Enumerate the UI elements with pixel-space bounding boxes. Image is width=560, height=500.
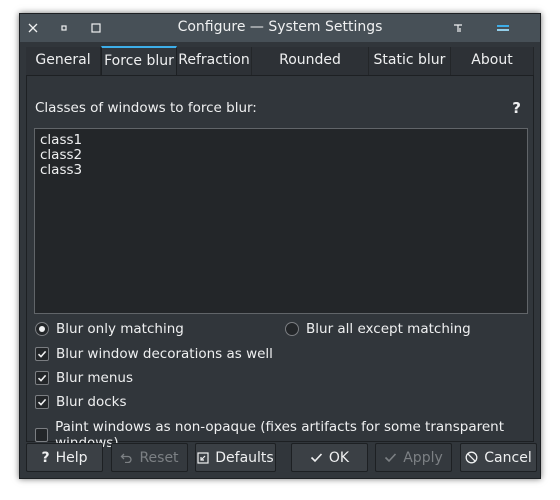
defaults-button-label: Defaults [215,449,274,466]
checkbox-checked[interactable] [35,347,49,361]
checkmark-icon [37,374,47,382]
reset-button[interactable]: Reset [111,443,188,472]
checkbox-checked[interactable] [35,395,49,409]
force-blur-panel: Classes of windows to force blur: ? clas… [26,75,534,451]
checkmark-icon [37,350,47,358]
defaults-button[interactable]: Defaults [195,443,276,472]
tab-refraction[interactable]: Refraction [177,47,252,75]
tab-rounded-corners[interactable]: Rounded corners [252,47,369,95]
checkbox-unchecked[interactable] [35,428,49,442]
blur-docks-label: Blur docks [56,394,127,410]
checkmark-icon [384,452,397,463]
undo-icon [120,452,133,463]
apply-button-label: Apply [403,449,443,466]
cancel-button-label: Cancel [484,449,532,466]
reset-button-label: Reset [139,449,179,466]
cancel-button[interactable]: Cancel [460,443,537,472]
blur-menus-label: Blur menus [56,370,134,386]
help-icon: ? [41,449,50,466]
checkbox-checked[interactable] [35,371,49,385]
titlebar: Configure — System Settings [20,14,540,42]
defaults-icon [197,451,209,464]
blur-menus-option[interactable]: Blur menus [35,370,133,386]
checkmark-icon [37,398,47,406]
help-button-label: Help [55,449,88,466]
blur-all-except-option[interactable]: Blur all except matching [285,321,471,337]
tab-static-blur[interactable]: Static blur [369,47,451,75]
button-bar: ? Help Reset Defaults OK Apply Cancel [20,442,540,480]
blur-docks-option[interactable]: Blur docks [35,394,127,410]
ok-button[interactable]: OK [291,443,368,472]
help-button[interactable]: ? Help [26,443,103,472]
blur-all-except-label: Blur all except matching [306,321,471,337]
blur-only-matching-option[interactable]: Blur only matching [35,321,184,337]
radio-selected[interactable] [35,322,49,336]
window-classes-textarea[interactable]: class1 class2 class3 [34,128,528,314]
cancel-icon [465,451,478,464]
tab-about[interactable]: About [451,47,534,75]
radio-unselected[interactable] [285,322,299,336]
tab-general[interactable]: General [26,47,101,75]
blur-decorations-label: Blur window decorations as well [56,346,273,362]
blur-decorations-option[interactable]: Blur window decorations as well [35,346,273,362]
ok-button-label: OK [328,449,350,466]
apply-button[interactable]: Apply [375,443,452,472]
keep-above-icon[interactable] [448,18,468,38]
checkmark-icon [310,452,323,463]
tab-force-blur[interactable]: Force blur [101,46,177,76]
app-menu-icon[interactable] [493,18,513,38]
classes-label: Classes of windows to force blur: [35,100,257,116]
configure-window: Configure — System Settings General Forc… [19,13,541,479]
whats-this-button[interactable]: ? [512,99,521,117]
blur-only-matching-label: Blur only matching [56,321,184,337]
